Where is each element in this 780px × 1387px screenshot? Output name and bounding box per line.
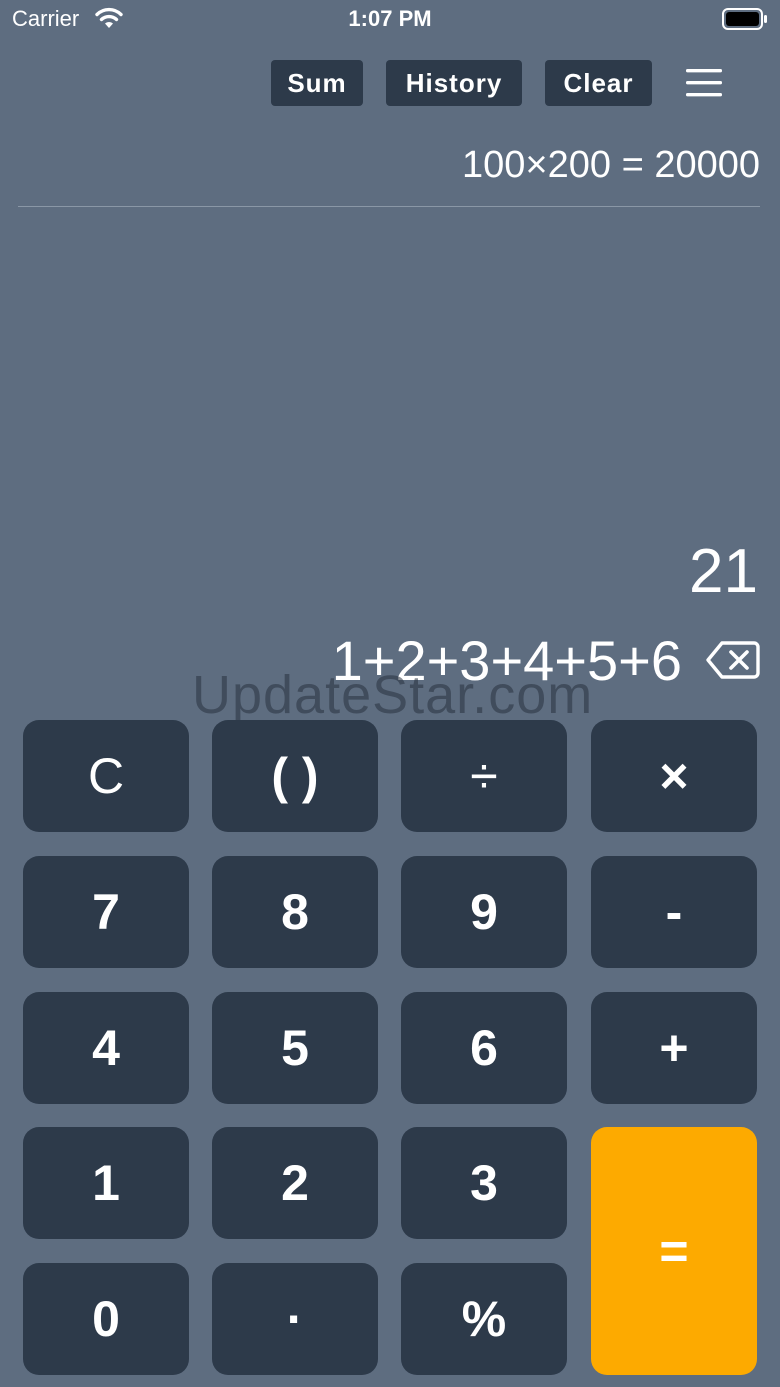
clear-key[interactable]: C xyxy=(23,720,189,832)
parentheses-key[interactable]: ( ) xyxy=(212,720,378,832)
battery-icon xyxy=(722,8,767,30)
divide-key[interactable]: ÷ xyxy=(401,720,567,832)
history-button[interactable]: History xyxy=(386,60,522,106)
decimal-key[interactable]: · xyxy=(212,1263,378,1375)
watermark: UpdateStar.com xyxy=(192,665,594,725)
backspace-icon[interactable] xyxy=(706,640,760,680)
equals-key[interactable]: = xyxy=(591,1127,757,1375)
digit-7-key[interactable]: 7 xyxy=(23,856,189,968)
digit-2-key[interactable]: 2 xyxy=(212,1127,378,1239)
status-time: 1:07 PM xyxy=(348,6,432,31)
digit-1-key[interactable]: 1 xyxy=(23,1127,189,1239)
hamburger-menu-icon[interactable] xyxy=(686,66,722,100)
result-display: 21 xyxy=(689,537,758,606)
digit-5-key[interactable]: 5 xyxy=(212,992,378,1104)
plus-key[interactable]: + xyxy=(591,992,757,1104)
minus-key[interactable]: - xyxy=(591,856,757,968)
multiply-key[interactable]: × xyxy=(591,720,757,832)
digit-8-key[interactable]: 8 xyxy=(212,856,378,968)
digit-4-key[interactable]: 4 xyxy=(23,992,189,1104)
status-bar: Carrier 1:07 PM xyxy=(0,0,780,40)
digit-0-key[interactable]: 0 xyxy=(23,1263,189,1375)
digit-3-key[interactable]: 3 xyxy=(401,1127,567,1239)
sum-button[interactable]: Sum xyxy=(271,60,363,106)
divider xyxy=(18,206,760,207)
digit-6-key[interactable]: 6 xyxy=(401,992,567,1104)
history-entry[interactable]: 100×200 = 20000 xyxy=(462,144,760,187)
percent-key[interactable]: % xyxy=(401,1263,567,1375)
digit-9-key[interactable]: 9 xyxy=(401,856,567,968)
clear-history-button[interactable]: Clear xyxy=(545,60,652,106)
